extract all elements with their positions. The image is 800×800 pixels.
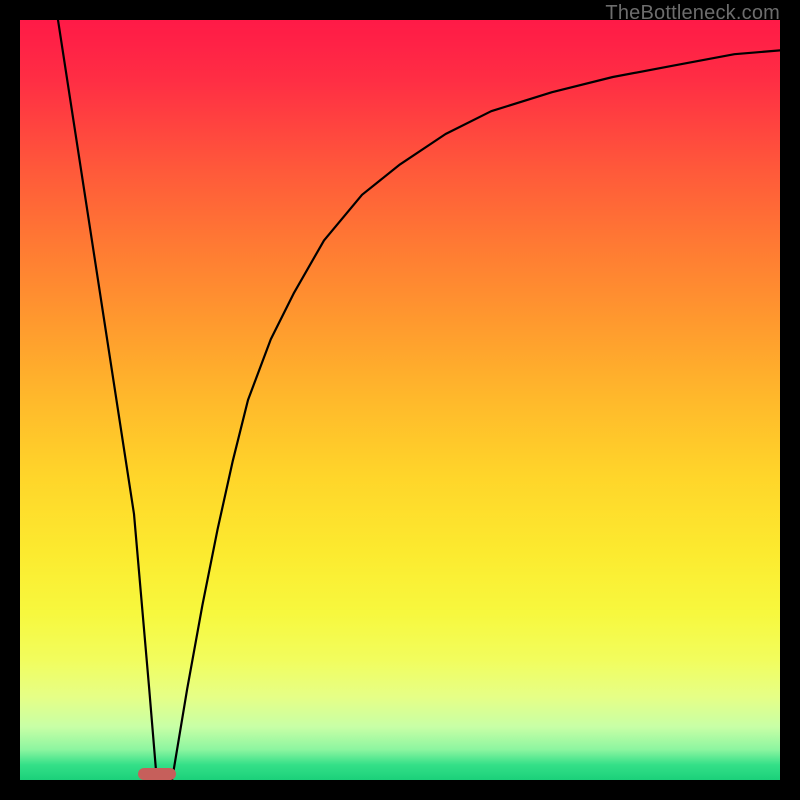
watermark-text: TheBottleneck.com: [605, 2, 780, 25]
curve-left-limb: [58, 20, 157, 780]
curve-right-limb: [172, 50, 780, 780]
bottleneck-marker: [138, 768, 176, 780]
chart-frame: TheBottleneck.com: [0, 0, 800, 800]
chart-plot-area: [20, 20, 780, 780]
chart-curve-svg: [20, 20, 780, 780]
